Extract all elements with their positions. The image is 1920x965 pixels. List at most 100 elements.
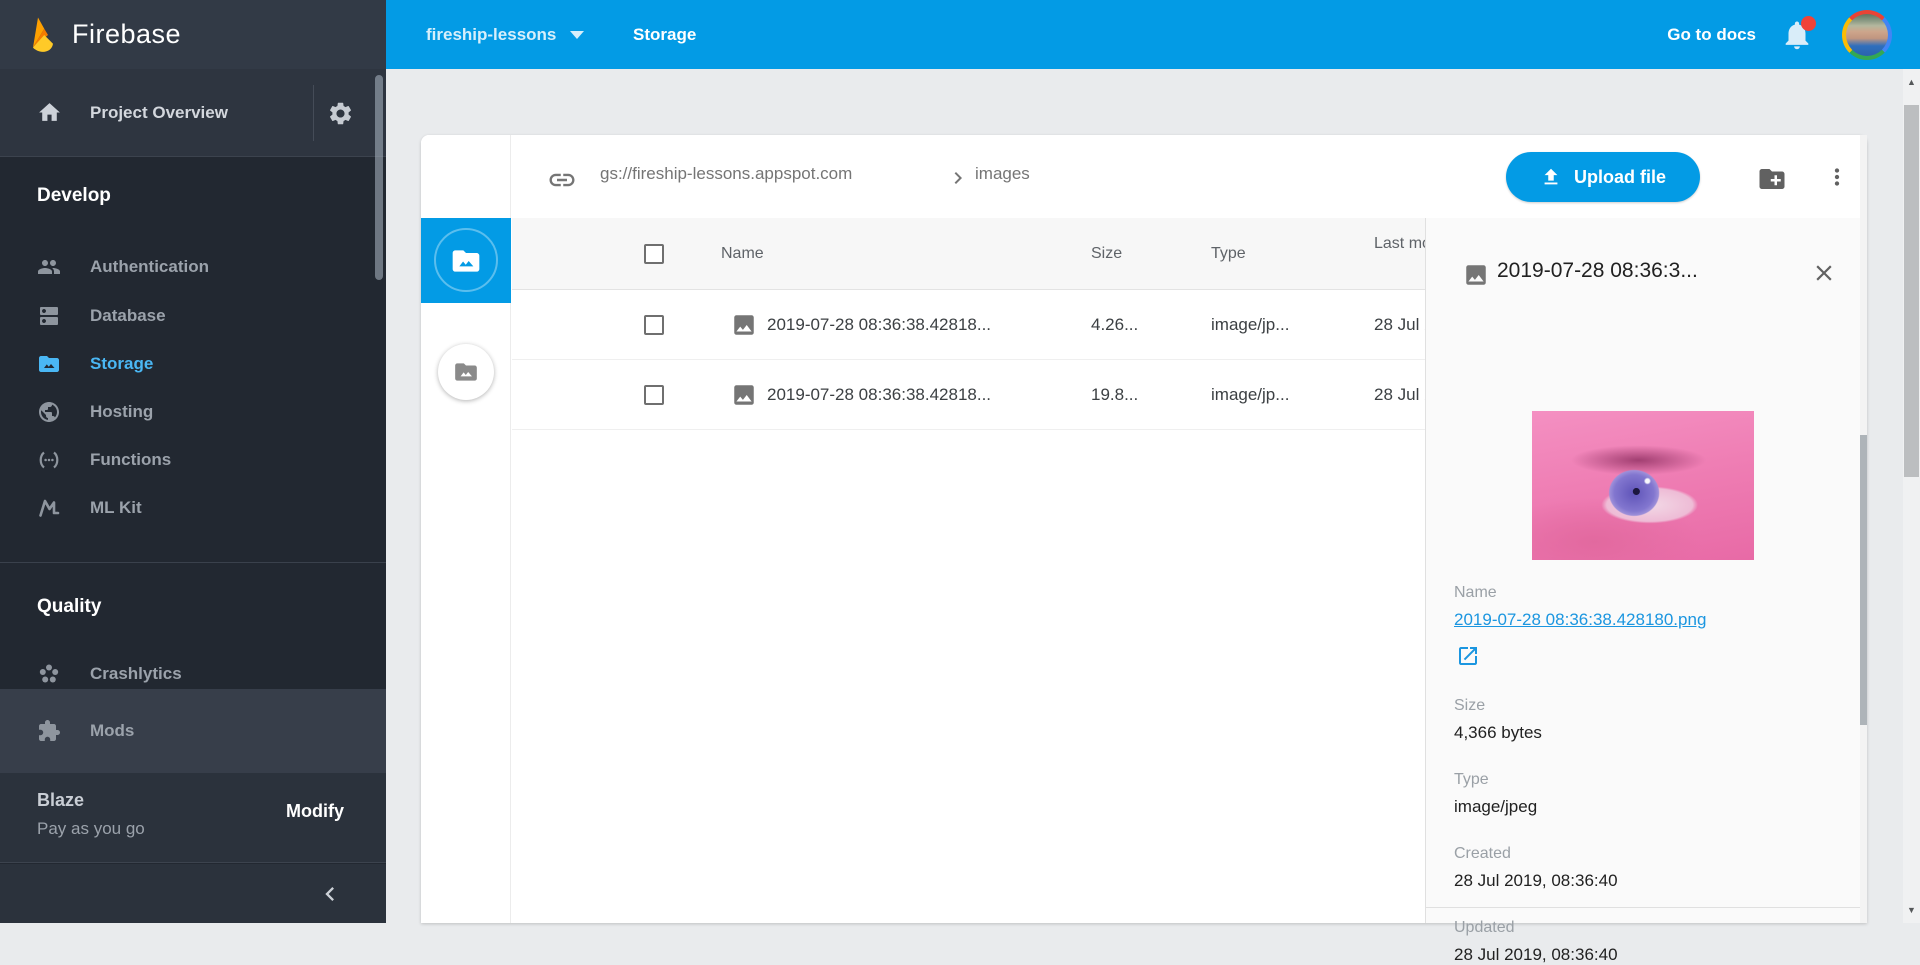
panel-scrollbar-thumb[interactable]	[1860, 435, 1867, 725]
sidebar-item-label: Functions	[90, 450, 171, 470]
panel-divider	[1426, 907, 1861, 908]
section-header-develop: Develop	[37, 185, 337, 207]
divider	[313, 85, 314, 141]
updated-label: Updated	[1454, 919, 1515, 937]
topbar: fireship-lessons Storage Go to docs	[386, 0, 1920, 69]
column-header-size[interactable]: Size	[1091, 245, 1122, 263]
section-header-quality: Quality	[37, 596, 337, 618]
sidebar-item-mods[interactable]: Mods	[0, 707, 386, 755]
flame-icon	[28, 15, 58, 55]
size-value: 4,366 bytes	[1454, 723, 1542, 743]
sidebar-item-project-overview[interactable]: Project Overview	[0, 69, 386, 157]
functions-icon	[37, 448, 61, 472]
sidebar-item-database[interactable]: Database	[0, 292, 386, 340]
card-left-rail	[421, 135, 511, 923]
mods-section: Mods	[0, 689, 386, 773]
sidebar: Firebase Project Overview Develop Authen…	[0, 0, 386, 923]
table-row[interactable]: 2019-07-28 08:36:38.42818... 4.26... ima…	[512, 290, 1516, 360]
created-value: 28 Jul 2019, 08:36:40	[1454, 871, 1618, 891]
crashlytics-icon	[37, 662, 61, 686]
file-type: image/jp...	[1211, 385, 1289, 405]
puzzle-icon	[37, 719, 61, 743]
sidebar-item-label: Hosting	[90, 402, 153, 422]
people-icon	[37, 255, 61, 279]
page-title: Storage	[633, 0, 696, 69]
kebab-menu-button[interactable]	[1824, 164, 1850, 190]
sidebar-item-label: Crashlytics	[90, 664, 182, 684]
sidebar-item-label: Database	[90, 306, 166, 326]
image-file-icon	[1463, 262, 1489, 288]
upload-file-label: Upload file	[1574, 167, 1666, 188]
home-icon	[37, 100, 62, 125]
project-name: fireship-lessons	[426, 25, 556, 45]
file-name: 2019-07-28 08:36:38.42818...	[767, 315, 991, 335]
link-icon[interactable]	[547, 165, 577, 195]
page-scrollbar[interactable]: ▲ ▼	[1903, 69, 1920, 923]
chevron-left-icon[interactable]	[316, 880, 344, 908]
notification-badge	[1801, 16, 1816, 31]
firebase-logo[interactable]: Firebase	[0, 0, 386, 69]
project-switcher[interactable]: fireship-lessons	[426, 0, 584, 69]
sidebar-scrollbar-thumb[interactable]	[375, 75, 383, 280]
sidebar-item-storage[interactable]: Storage	[0, 340, 386, 388]
select-all-checkbox[interactable]	[644, 244, 664, 264]
brand-wordmark: Firebase	[72, 19, 181, 50]
page-scrollbar-thumb[interactable]	[1904, 105, 1919, 477]
breadcrumb-bucket[interactable]: gs://fireship-lessons.appspot.com	[600, 164, 852, 184]
breadcrumb-folder[interactable]: images	[975, 164, 1030, 184]
folder-media-icon	[37, 352, 61, 376]
folder-media-icon	[453, 359, 479, 385]
file-preview-image[interactable]	[1532, 411, 1754, 560]
type-label: Type	[1454, 771, 1489, 789]
avatar-photo	[1846, 14, 1888, 56]
sidebar-item-label: Authentication	[90, 257, 209, 277]
image-file-icon	[731, 312, 757, 338]
sidebar-item-label: ML Kit	[90, 498, 142, 518]
file-size: 19.8...	[1091, 385, 1138, 405]
table-header: Name Size Type Last modified	[512, 218, 1516, 290]
gear-icon[interactable]	[327, 100, 354, 127]
sidebar-item-functions[interactable]: Functions	[0, 436, 386, 484]
ripple-ring	[434, 228, 498, 292]
close-icon[interactable]	[1811, 260, 1837, 286]
name-label: Name	[1454, 584, 1497, 602]
sidebar-item-label: Storage	[90, 354, 153, 374]
file-details-panel: 2019-07-28 08:36:3... Name 2019-07-28 08…	[1425, 218, 1860, 923]
billing-plan-bar: Blaze Pay as you go Modify	[0, 773, 386, 863]
plan-description: Pay as you go	[37, 819, 145, 839]
table-row[interactable]: 2019-07-28 08:36:38.42818... 19.8... ima…	[512, 360, 1516, 430]
bucket-tab-selected[interactable]	[421, 218, 511, 303]
create-folder-button[interactable]	[1757, 164, 1787, 194]
sidebar-item-label: Mods	[90, 721, 134, 741]
upload-file-button[interactable]: Upload file	[1506, 152, 1700, 202]
column-header-type[interactable]: Type	[1211, 245, 1246, 263]
modify-plan-button[interactable]: Modify	[286, 801, 344, 822]
sidebar-item-ml-kit[interactable]: ML Kit	[0, 484, 386, 532]
notifications-button[interactable]	[1780, 18, 1814, 52]
row-checkbox[interactable]	[644, 315, 664, 335]
row-checkbox[interactable]	[644, 385, 664, 405]
sidebar-item-authentication[interactable]: Authentication	[0, 243, 386, 291]
details-title: 2019-07-28 08:36:3...	[1497, 259, 1787, 283]
updated-value: 28 Jul 2019, 08:36:40	[1454, 945, 1618, 965]
scroll-up-icon[interactable]: ▲	[1903, 77, 1920, 87]
scroll-down-icon[interactable]: ▼	[1903, 905, 1920, 915]
chevron-right-icon	[946, 166, 970, 190]
database-icon	[37, 304, 61, 328]
file-name-link[interactable]: 2019-07-28 08:36:38.428180.png	[1454, 610, 1706, 630]
upload-icon	[1540, 166, 1562, 188]
sidebar-item-hosting[interactable]: Hosting	[0, 388, 386, 436]
file-type: image/jp...	[1211, 315, 1289, 335]
caret-down-icon	[570, 31, 584, 39]
account-avatar[interactable]	[1842, 10, 1892, 60]
file-size: 4.26...	[1091, 315, 1138, 335]
globe-icon	[37, 400, 61, 424]
sidebar-collapse-bar	[0, 864, 386, 923]
storage-browser-card: gs://fireship-lessons.appspot.com images…	[421, 135, 1867, 923]
panel-scrollbar[interactable]	[1860, 135, 1867, 923]
secondary-bucket-button[interactable]	[438, 344, 494, 400]
sidebar-divider	[0, 562, 386, 563]
column-header-name[interactable]: Name	[721, 245, 764, 263]
external-link-icon[interactable]	[1456, 644, 1480, 668]
go-to-docs-link[interactable]: Go to docs	[1667, 0, 1756, 69]
